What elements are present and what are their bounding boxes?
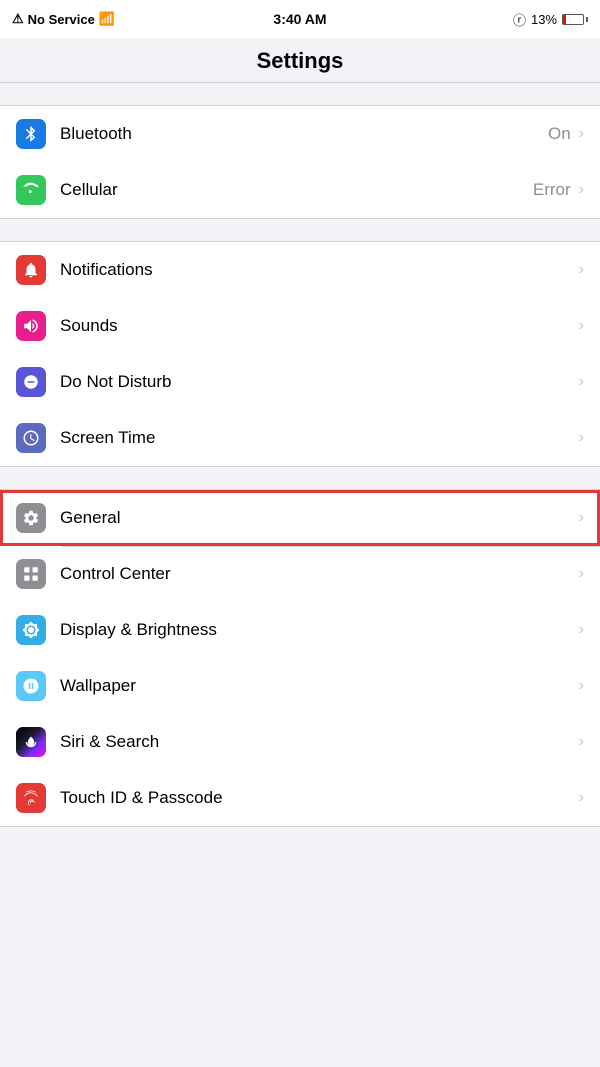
siri-chevron: › [579,733,584,751]
general-label: General [60,508,577,528]
controlcenter-icon [22,565,40,583]
row-sounds[interactable]: Sounds › [0,298,600,354]
screentime-label: Screen Time [60,428,577,448]
controlcenter-icon-bg [16,559,46,589]
general-icon [22,509,40,527]
touchid-icon-bg [16,783,46,813]
row-display[interactable]: Display & Brightness › [0,602,600,658]
general-chevron: › [579,509,584,527]
wallpaper-label: Wallpaper [60,676,577,696]
group-connectivity: Bluetooth On › Cellular Error › [0,105,600,219]
touchid-chevron: › [579,789,584,807]
group-system: General › Control Center › Display & Bri… [0,489,600,827]
display-label: Display & Brightness [60,620,577,640]
touchid-icon [22,789,40,807]
row-bluetooth[interactable]: Bluetooth On › [0,106,600,162]
screentime-icon [22,429,40,447]
bluetooth-label: Bluetooth [60,124,548,144]
display-icon [22,621,40,639]
row-wallpaper[interactable]: Wallpaper › [0,658,600,714]
controlcenter-label: Control Center [60,564,577,584]
notifications-icon-bg [16,255,46,285]
donotdisturb-icon [22,373,40,391]
warning-icon: ⚠ [12,11,24,27]
sounds-chevron: › [579,317,584,335]
sounds-label: Sounds [60,316,577,336]
bluetooth-value: On [548,124,571,144]
carrier-label: No Service [28,12,95,27]
battery-icon [562,14,588,25]
sounds-icon-bg [16,311,46,341]
cellular-label: Cellular [60,180,533,200]
bluetooth-icon-bg [16,119,46,149]
row-controlcenter[interactable]: Control Center › [0,546,600,602]
cellular-icon-bg [16,175,46,205]
row-general[interactable]: General › [0,490,600,546]
screentime-chevron: › [579,429,584,447]
notifications-label: Notifications [60,260,577,280]
row-cellular[interactable]: Cellular Error › [0,162,600,218]
row-screentime[interactable]: Screen Time › [0,410,600,466]
row-donotdisturb[interactable]: Do Not Disturb › [0,354,600,410]
general-icon-bg [16,503,46,533]
sounds-icon [22,317,40,335]
row-notifications[interactable]: Notifications › [0,242,600,298]
bluetooth-icon [22,125,40,143]
notifications-icon [22,261,40,279]
siri-label: Siri & Search [60,732,577,752]
page-title: Settings [0,38,600,83]
status-bar: ⚠ No Service 📶 3:40 AM ⓡ 13% [0,0,600,38]
donotdisturb-label: Do Not Disturb [60,372,577,392]
donotdisturb-chevron: › [579,373,584,391]
row-touchid[interactable]: Touch ID & Passcode › [0,770,600,826]
donotdisturb-icon-bg [16,367,46,397]
wallpaper-icon-bg [16,671,46,701]
bluetooth-chevron: › [579,125,584,143]
wallpaper-icon [22,677,40,695]
cellular-icon [22,181,40,199]
spacer-top [0,83,600,105]
screentime-icon-bg [16,423,46,453]
status-right: ⓡ 13% [513,10,588,29]
battery-body [562,14,584,25]
controlcenter-chevron: › [579,565,584,583]
location-icon: ⓡ [513,10,526,29]
siri-icon-bg [16,727,46,757]
row-siri[interactable]: Siri & Search › [0,714,600,770]
battery-fill [563,15,566,24]
notifications-chevron: › [579,261,584,279]
display-chevron: › [579,621,584,639]
touchid-label: Touch ID & Passcode [60,788,577,808]
group-alerts: Notifications › Sounds › Do Not Disturb … [0,241,600,467]
wallpaper-chevron: › [579,677,584,695]
cellular-chevron: › [579,181,584,199]
status-left: ⚠ No Service 📶 [12,11,115,27]
wifi-icon: 📶 [99,11,115,27]
siri-icon [22,733,40,751]
battery-percent: 13% [531,12,557,27]
battery-tip [586,17,588,22]
clock: 3:40 AM [273,11,326,27]
cellular-value: Error [533,180,571,200]
display-icon-bg [16,615,46,645]
